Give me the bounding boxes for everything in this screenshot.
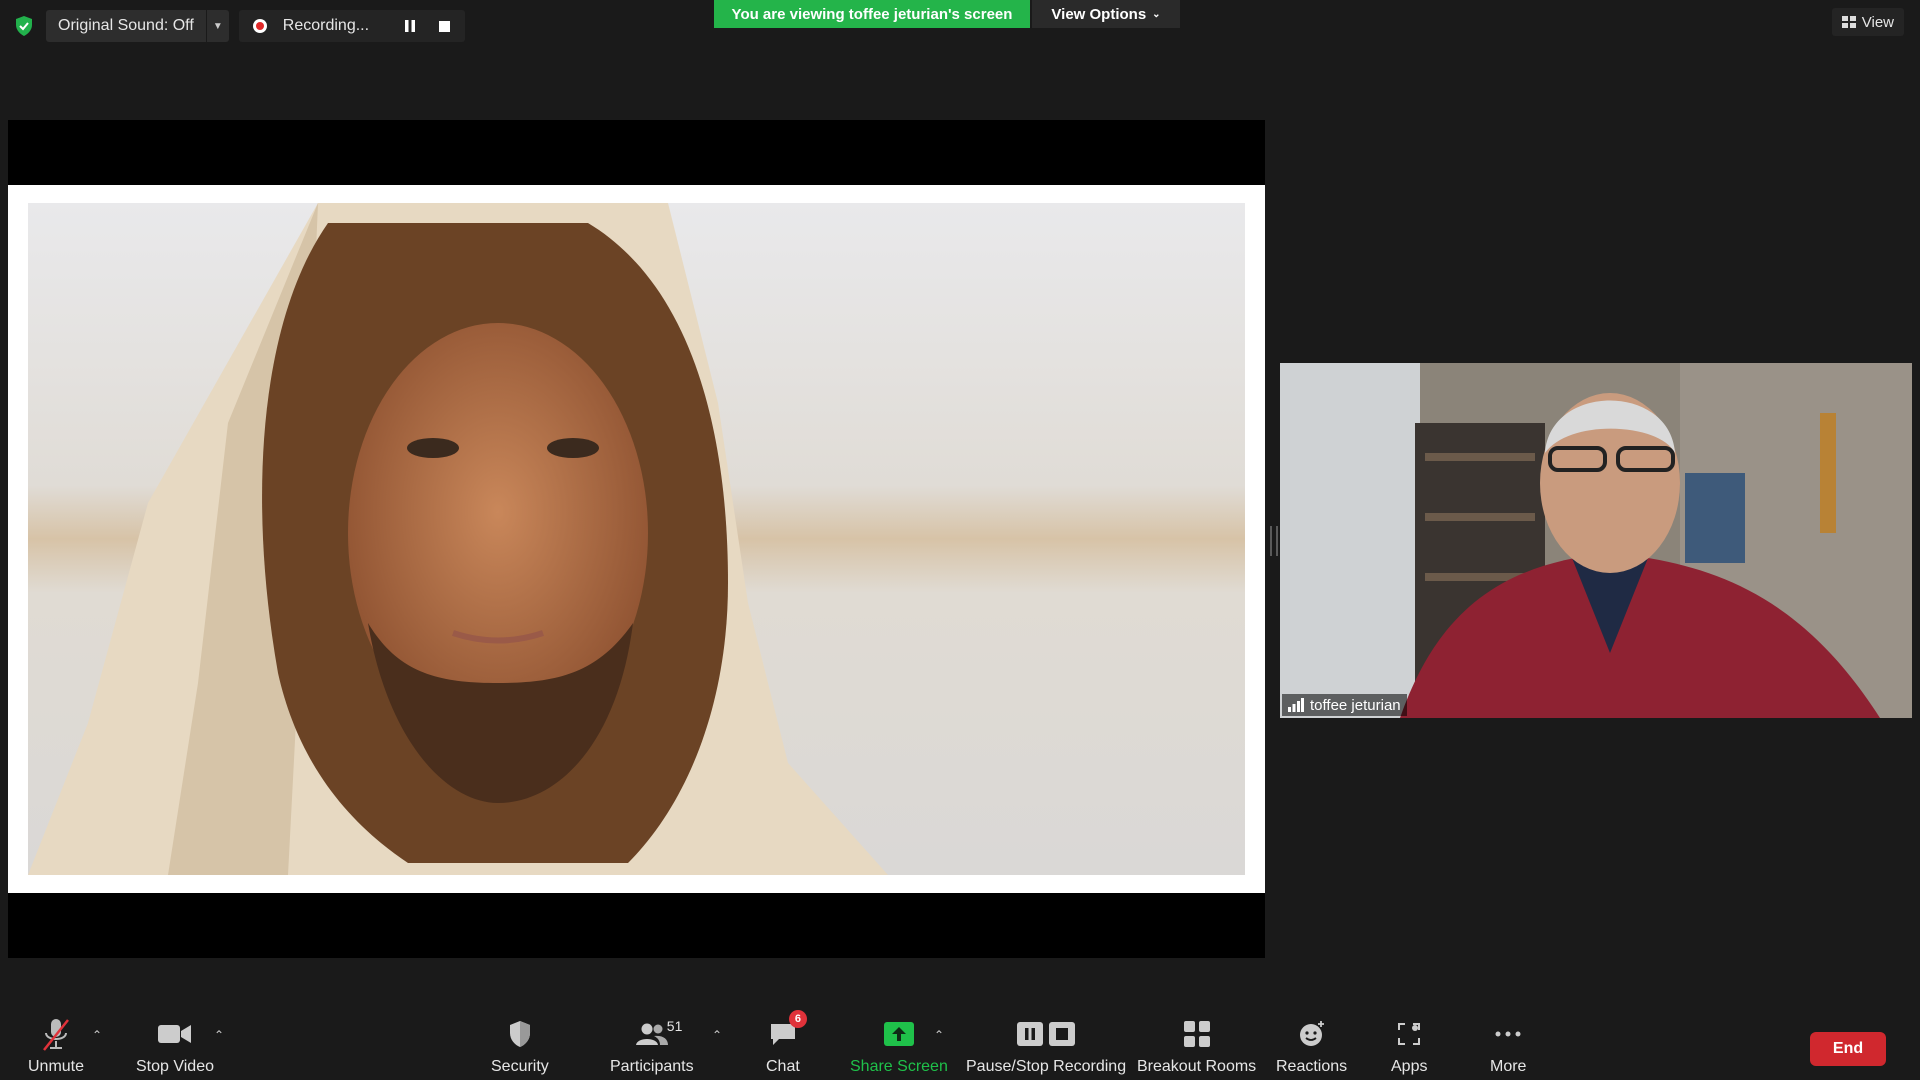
original-sound-toggle[interactable]: Original Sound: Off ▼ <box>46 10 229 42</box>
pause-stop-recording-button[interactable]: Pause/Stop Recording <box>966 1016 1126 1076</box>
chat-bubble-icon[interactable]: 6 <box>769 1010 807 1052</box>
signal-strength-icon <box>1288 698 1304 712</box>
pause-icon <box>405 20 416 32</box>
shared-photo-portrait <box>28 203 1245 875</box>
grid-view-icon <box>1841 16 1856 28</box>
participant-video-tile[interactable]: toffee jeturian <box>1280 363 1912 718</box>
view-options-label[interactable]: View Options <box>1051 6 1146 23</box>
record-dot-icon <box>252 19 267 33</box>
pause-recording-button[interactable] <box>397 13 423 39</box>
original-sound-label[interactable]: Original Sound: Off <box>46 10 206 42</box>
security-shield-icon[interactable] <box>508 1016 532 1052</box>
shared-screen <box>8 120 1265 958</box>
more-label[interactable]: More <box>1490 1058 1526 1076</box>
view-options-button[interactable]: View Options ⌄ <box>1032 0 1180 28</box>
portrait-image <box>28 203 1245 875</box>
breakout-rooms-grid-icon[interactable] <box>1183 1016 1211 1052</box>
encryption-shield-icon[interactable] <box>12 14 36 38</box>
video-camera-icon[interactable] <box>158 1016 192 1052</box>
more-dots-icon[interactable] <box>1494 1016 1522 1052</box>
chevron-down-icon[interactable]: ▼ <box>205 10 229 42</box>
participant-count: 51 <box>666 1018 683 1034</box>
reactions-button[interactable]: Reactions <box>1276 1016 1347 1076</box>
reactions-label[interactable]: Reactions <box>1276 1058 1347 1076</box>
chat-unread-badge: 6 <box>788 1010 807 1028</box>
stop-video-button[interactable]: Stop Video <box>136 1016 214 1076</box>
end-meeting-button[interactable]: End <box>1810 1032 1886 1066</box>
view-label[interactable]: View <box>1862 14 1894 31</box>
participants-options-caret-icon[interactable]: ⌃ <box>712 1028 722 1042</box>
stop-video-label[interactable]: Stop Video <box>136 1058 214 1076</box>
participants-label[interactable]: Participants <box>610 1058 694 1076</box>
share-screen-arrow-icon[interactable] <box>883 1016 914 1052</box>
video-options-caret-icon[interactable]: ⌃ <box>214 1028 224 1042</box>
share-screen-button[interactable]: Share Screen <box>850 1016 948 1076</box>
pause-stop-recording-icon[interactable] <box>1017 1016 1076 1052</box>
share-options-caret-icon[interactable]: ⌃ <box>934 1028 944 1042</box>
chat-label[interactable]: Chat <box>766 1058 800 1076</box>
unmute-button[interactable]: Unmute <box>28 1016 84 1076</box>
security-label[interactable]: Security <box>491 1058 549 1076</box>
chat-button[interactable]: 6 Chat <box>766 1010 807 1076</box>
stop-icon <box>438 20 450 32</box>
security-button[interactable]: Security <box>491 1016 549 1076</box>
pause-stop-recording-label[interactable]: Pause/Stop Recording <box>966 1058 1126 1076</box>
view-button[interactable]: View <box>1831 8 1904 36</box>
chevron-down-icon: ⌄ <box>1152 8 1161 20</box>
apps-label[interactable]: Apps <box>1391 1058 1427 1076</box>
recording-label: Recording... <box>282 17 370 34</box>
unmute-label[interactable]: Unmute <box>28 1058 84 1076</box>
recording-indicator: Recording... <box>238 10 466 42</box>
participant-video-frame <box>1280 363 1912 718</box>
meeting-toolbar: Unmute ⌃ Stop Video ⌃ Security 51 Partic… <box>0 986 1920 1080</box>
participant-name: toffee jeturian <box>1310 696 1401 714</box>
participant-name-tag: toffee jeturian <box>1282 694 1407 716</box>
shared-slide <box>8 185 1265 893</box>
viewing-screen-banner: You are viewing toffee jeturian's screen <box>714 0 1030 28</box>
apps-button[interactable]: Apps <box>1391 1016 1427 1076</box>
audio-options-caret-icon[interactable]: ⌃ <box>92 1028 102 1042</box>
apps-icon[interactable] <box>1396 1016 1422 1052</box>
participants-icon[interactable]: 51 <box>627 1016 682 1052</box>
more-button[interactable]: More <box>1490 1016 1526 1076</box>
breakout-rooms-button[interactable]: Breakout Rooms <box>1137 1016 1256 1076</box>
top-left-controls: Original Sound: Off ▼ Recording... <box>12 10 466 42</box>
share-screen-label[interactable]: Share Screen <box>850 1058 948 1076</box>
breakout-rooms-label[interactable]: Breakout Rooms <box>1137 1058 1256 1076</box>
smiley-reaction-icon[interactable] <box>1298 1016 1326 1052</box>
muted-microphone-icon[interactable] <box>41 1016 71 1052</box>
participants-button[interactable]: 51 Participants <box>610 1016 694 1076</box>
stop-recording-button[interactable] <box>431 13 457 39</box>
panel-resize-handle[interactable] <box>1270 526 1278 556</box>
